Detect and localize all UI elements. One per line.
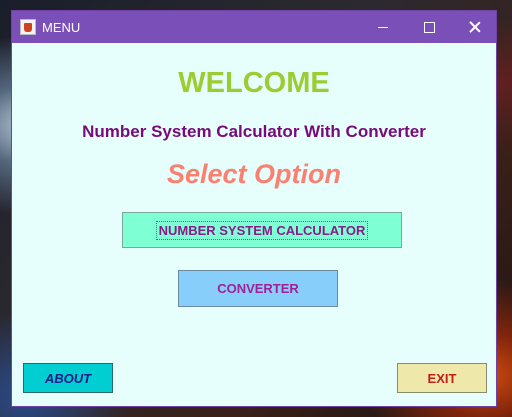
minimize-icon (378, 26, 388, 28)
select-option-heading: Select Option (166, 159, 342, 189)
close-button[interactable] (452, 11, 498, 43)
exit-button[interactable]: EXIT (397, 363, 487, 393)
welcome-heading: WELCOME (178, 67, 330, 99)
number-system-calculator-button[interactable]: NUMBER SYSTEM CALCULATOR (122, 212, 402, 248)
converter-button[interactable]: CONVERTER (178, 270, 338, 307)
about-button-label: ABOUT (44, 370, 92, 386)
calculator-button-label: NUMBER SYSTEM CALCULATOR (155, 220, 369, 240)
title-bar[interactable]: MENU (12, 11, 496, 43)
converter-button-label: CONVERTER (217, 281, 299, 296)
close-icon (469, 21, 481, 33)
window-title: MENU (42, 19, 81, 35)
java-cup-icon (20, 19, 36, 35)
app-subtitle: Number System Calculator With Converter (82, 122, 426, 141)
maximize-button[interactable] (406, 11, 452, 43)
minimize-button[interactable] (360, 11, 406, 43)
exit-button-label: EXIT (427, 370, 457, 386)
menu-window: MENU WELCOME Number System Calculator Wi… (11, 10, 497, 407)
about-button[interactable]: ABOUT (23, 363, 113, 393)
maximize-icon (423, 21, 435, 33)
